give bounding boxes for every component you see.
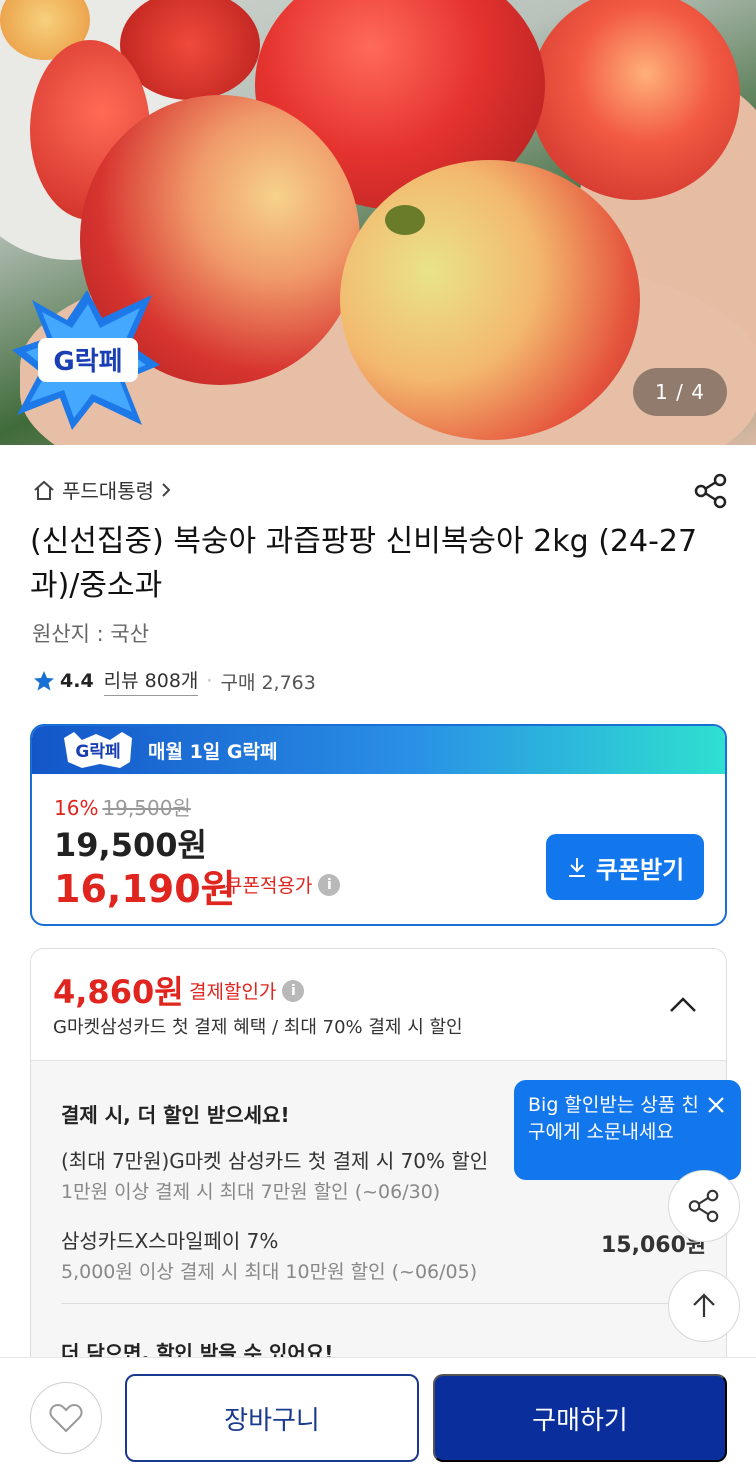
promo-banner: G락페 매월 1일 G락페 [32,726,725,774]
discount-rate: 16% [54,796,99,820]
peach [340,160,640,440]
product-image-carousel[interactable]: G락페 1 / 4 [0,0,756,445]
g-rakpe-badge-logo: G락페 [12,290,160,430]
heart-icon [49,1403,83,1433]
payment-heading: 결제 시, 더 할인 받으세요! [61,1103,290,1127]
bottom-action-bar: 장바구니 구매하기 [0,1357,756,1475]
purchase-count: 구매 2,763 [220,671,316,694]
store-name[interactable]: 푸드대통령 [62,475,154,504]
image-counter: 1 / 4 [633,368,727,416]
product-origin: 원산지 : 국산 [32,622,150,646]
share-tooltip: Big 할인받는 상품 친구에게 소문내세요 [514,1080,741,1180]
payment-discount-label-text: 결제할인가 [189,981,277,1003]
svg-text:G락페: G락페 [75,742,120,762]
rating-score: 4.4 [60,670,94,692]
svg-text:G락페: G락페 [53,347,122,377]
review-link[interactable]: 리뷰 808개 [103,666,199,696]
arrow-up-icon [693,1293,715,1317]
close-icon[interactable] [705,1094,727,1116]
payment-discount-header[interactable]: 4,860원 결제할인가 i G마켓삼성카드 첫 결제 혜택 / 최대 70% … [31,949,726,1061]
offer-title: (최대 7만원)G마켓 삼성카드 첫 결제 시 70% 할인 [61,1149,489,1173]
chevron-up-icon[interactable] [667,989,699,1021]
discount-row: 16% 19,500원 [54,792,191,821]
offer-subtitle: 1만원 이상 결제 시 최대 7만원 할인 (~06/30) [61,1181,441,1203]
payment-discount-price: 4,860원 [53,973,184,1011]
share-tooltip-text: Big 할인받는 상품 친구에게 소문내세요 [528,1094,699,1143]
coupon-price-label-text: 쿠폰적용가 [225,875,313,897]
download-icon [568,858,585,877]
add-to-cart-button[interactable]: 장바구니 [125,1374,419,1462]
share-icon[interactable] [692,472,730,510]
separator-dot: · [206,670,213,692]
original-price: 19,500원 [102,796,191,820]
buy-now-button[interactable]: 구매하기 [433,1374,727,1462]
divider [61,1303,701,1304]
breadcrumb[interactable]: 푸드대통령 [32,475,172,504]
share-icon [688,1189,719,1223]
get-coupon-button[interactable]: 쿠폰받기 [546,834,704,900]
home-icon [34,480,54,500]
payment-discount-label: 결제할인가 i [189,977,305,1004]
get-coupon-label: 쿠폰받기 [595,856,685,884]
product-title: (신선집중) 복숭아 과즙팡팡 신비복숭아 2kg (24-27과)/중소과 [30,524,698,603]
coupon-price-label: 쿠폰적용가 i [225,871,341,898]
scroll-top-button[interactable] [668,1270,740,1342]
offer-subtitle: 5,000원 이상 결제 시 최대 10만원 할인 (~06/05) [61,1261,478,1283]
price-card: G락페 매월 1일 G락페 16% 19,500원 19,500원 16,190원… [30,724,727,926]
rating-row: 4.4 리뷰 808개 · 구매 2,763 [32,666,316,696]
payment-discount-subtitle: G마켓삼성카드 첫 결제 혜택 / 최대 70% 결제 시 할인 [53,1017,463,1038]
wishlist-button[interactable] [30,1382,102,1454]
info-icon[interactable]: i [318,873,341,896]
star-icon [34,671,54,691]
coupon-price: 16,190원 [54,867,236,911]
product-page: G락페 1 / 4 푸드대통령 (신선집중) 복숭아 과즙팡팡 신비복숭아 2k… [0,0,756,1475]
promo-banner-text: 매월 1일 G락페 [148,740,278,763]
peach-stem [385,205,425,235]
g-rakpe-logo: G락페 [64,732,132,768]
share-button[interactable] [668,1170,740,1242]
info-icon[interactable]: i [282,979,305,1002]
chevron-right-icon [162,482,171,497]
offer-title: 삼성카드X스마일페이 7% [61,1229,279,1253]
